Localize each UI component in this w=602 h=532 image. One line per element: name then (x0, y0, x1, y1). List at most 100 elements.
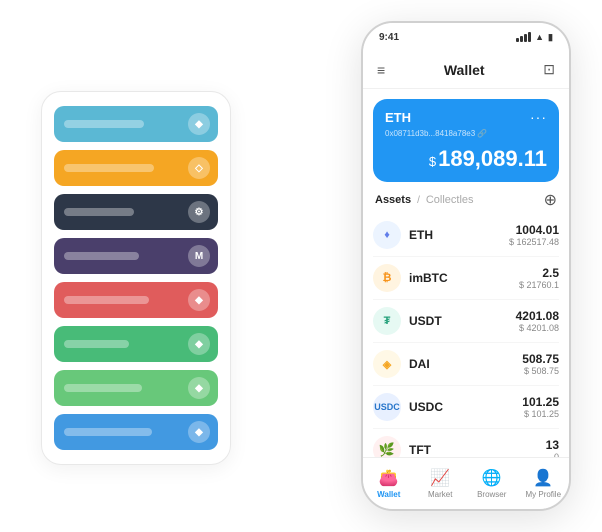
list-item: ◆ (54, 414, 218, 450)
eth-card-balance: $189,089.11 (385, 146, 547, 172)
asset-values-eth: 1004.01 $ 162517.48 (509, 223, 559, 247)
balance-symbol: $ (429, 154, 436, 169)
dai-icon: ◈ (373, 350, 401, 378)
tab-assets[interactable]: Assets (375, 194, 411, 206)
eth-card-menu[interactable]: ··· (530, 109, 547, 125)
usdt-amount: 4201.08 (516, 309, 559, 323)
card-icon: ◇ (188, 157, 210, 179)
tft-icon: 🌿 (373, 436, 401, 457)
add-asset-button[interactable]: ⊕ (544, 190, 557, 210)
eth-card-address: 0x08711d3b...8418a78e3 🔗 (385, 129, 547, 138)
list-item: ◇ (54, 150, 218, 186)
status-bar: 9:41 ▲ ▮ (363, 23, 569, 51)
tft-amount: 13 (546, 438, 559, 452)
card-icon: ◆ (188, 377, 210, 399)
asset-name-usdt: USDT (409, 314, 516, 328)
tab-market[interactable]: 📈 Market (415, 468, 467, 499)
eth-card-title: ETH (385, 110, 411, 125)
profile-tab-label: My Profile (525, 490, 561, 499)
eth-usd: $ 162517.48 (509, 237, 559, 247)
usdt-icon: ₮ (373, 307, 401, 335)
asset-name-dai: DAI (409, 357, 522, 371)
card-bar (64, 340, 129, 348)
eth-card-header: ETH ··· (385, 109, 547, 125)
battery-icon: ▮ (548, 32, 553, 43)
eth-card[interactable]: ETH ··· 0x08711d3b...8418a78e3 🔗 $189,08… (373, 99, 559, 182)
dai-usd: $ 508.75 (522, 366, 559, 376)
card-icon: ⚙ (188, 201, 210, 223)
list-item: ◆ (54, 106, 218, 142)
asset-list: ♦ ETH 1004.01 $ 162517.48 ₿ imBTC 2.5 $ … (363, 214, 569, 457)
market-tab-icon: 📈 (430, 468, 450, 488)
usdc-usd: $ 101.25 (522, 409, 559, 419)
imbtc-amount: 2.5 (519, 266, 559, 280)
signal-icon (516, 32, 531, 42)
eth-amount: 1004.01 (509, 223, 559, 237)
tab-profile[interactable]: 👤 My Profile (518, 468, 570, 499)
scene: ◆ ◇ ⚙ M ◆ ◆ ◆ ◆ (11, 11, 591, 521)
card-stack: ◆ ◇ ⚙ M ◆ ◆ ◆ ◆ (41, 91, 231, 465)
card-bar (64, 296, 149, 304)
list-item: ◆ (54, 326, 218, 362)
tab-separator: / (417, 195, 420, 206)
assets-tabs: Assets / Collectles (375, 194, 474, 206)
eth-icon: ♦ (373, 221, 401, 249)
asset-name-eth: ETH (409, 228, 509, 242)
balance-amount: 189,089.11 (438, 146, 547, 171)
list-item: ⚙ (54, 194, 218, 230)
asset-row-usdc[interactable]: USDC USDC 101.25 $ 101.25 (373, 386, 559, 429)
assets-header: Assets / Collectles ⊕ (363, 182, 569, 214)
browser-tab-icon: 🌐 (482, 468, 502, 488)
imbtc-icon: ₿ (373, 264, 401, 292)
tab-collectibles[interactable]: Collectles (426, 194, 474, 206)
usdc-amount: 101.25 (522, 395, 559, 409)
card-bar (64, 164, 154, 172)
asset-values-dai: 508.75 $ 508.75 (522, 352, 559, 376)
usdc-icon: USDC (373, 393, 401, 421)
wifi-icon: ▲ (535, 32, 544, 42)
card-icon: ◆ (188, 289, 210, 311)
tab-wallet[interactable]: 👛 Wallet (363, 468, 415, 499)
asset-name-tft: TFT (409, 443, 546, 457)
tab-bar: 👛 Wallet 📈 Market 🌐 Browser 👤 My Profile (363, 457, 569, 509)
menu-icon[interactable]: ≡ (377, 62, 385, 78)
asset-values-tft: 13 0 (546, 438, 559, 457)
asset-row-imbtc[interactable]: ₿ imBTC 2.5 $ 21760.1 (373, 257, 559, 300)
scan-icon[interactable]: ⊡ (543, 61, 555, 78)
card-bar (64, 120, 144, 128)
asset-values-usdt: 4201.08 $ 4201.08 (516, 309, 559, 333)
asset-values-usdc: 101.25 $ 101.25 (522, 395, 559, 419)
browser-tab-label: Browser (477, 490, 506, 499)
profile-tab-icon: 👤 (533, 468, 553, 488)
asset-row-usdt[interactable]: ₮ USDT 4201.08 $ 4201.08 (373, 300, 559, 343)
imbtc-usd: $ 21760.1 (519, 280, 559, 290)
nav-bar: ≡ Wallet ⊡ (363, 51, 569, 89)
phone-frame: 9:41 ▲ ▮ ≡ Wallet ⊡ ETH (361, 21, 571, 511)
card-bar (64, 384, 142, 392)
tab-browser[interactable]: 🌐 Browser (466, 468, 518, 499)
market-tab-label: Market (428, 490, 452, 499)
status-time: 9:41 (379, 32, 399, 43)
asset-name-usdc: USDC (409, 400, 522, 414)
usdt-usd: $ 4201.08 (516, 323, 559, 333)
asset-row-dai[interactable]: ◈ DAI 508.75 $ 508.75 (373, 343, 559, 386)
asset-name-imbtc: imBTC (409, 271, 519, 285)
card-icon: ◆ (188, 113, 210, 135)
asset-values-imbtc: 2.5 $ 21760.1 (519, 266, 559, 290)
list-item: ◆ (54, 370, 218, 406)
card-icon: ◆ (188, 421, 210, 443)
card-bar (64, 428, 152, 436)
card-icon: M (188, 245, 210, 267)
wallet-tab-icon: 👛 (379, 468, 399, 488)
wallet-tab-label: Wallet (377, 490, 400, 499)
card-icon: ◆ (188, 333, 210, 355)
phone-content: ETH ··· 0x08711d3b...8418a78e3 🔗 $189,08… (363, 89, 569, 457)
list-item: M (54, 238, 218, 274)
status-icons: ▲ ▮ (516, 32, 553, 43)
dai-amount: 508.75 (522, 352, 559, 366)
asset-row-tft[interactable]: 🌿 TFT 13 0 (373, 429, 559, 457)
page-title: Wallet (444, 62, 485, 78)
card-bar (64, 208, 134, 216)
card-bar (64, 252, 139, 260)
asset-row-eth[interactable]: ♦ ETH 1004.01 $ 162517.48 (373, 214, 559, 257)
